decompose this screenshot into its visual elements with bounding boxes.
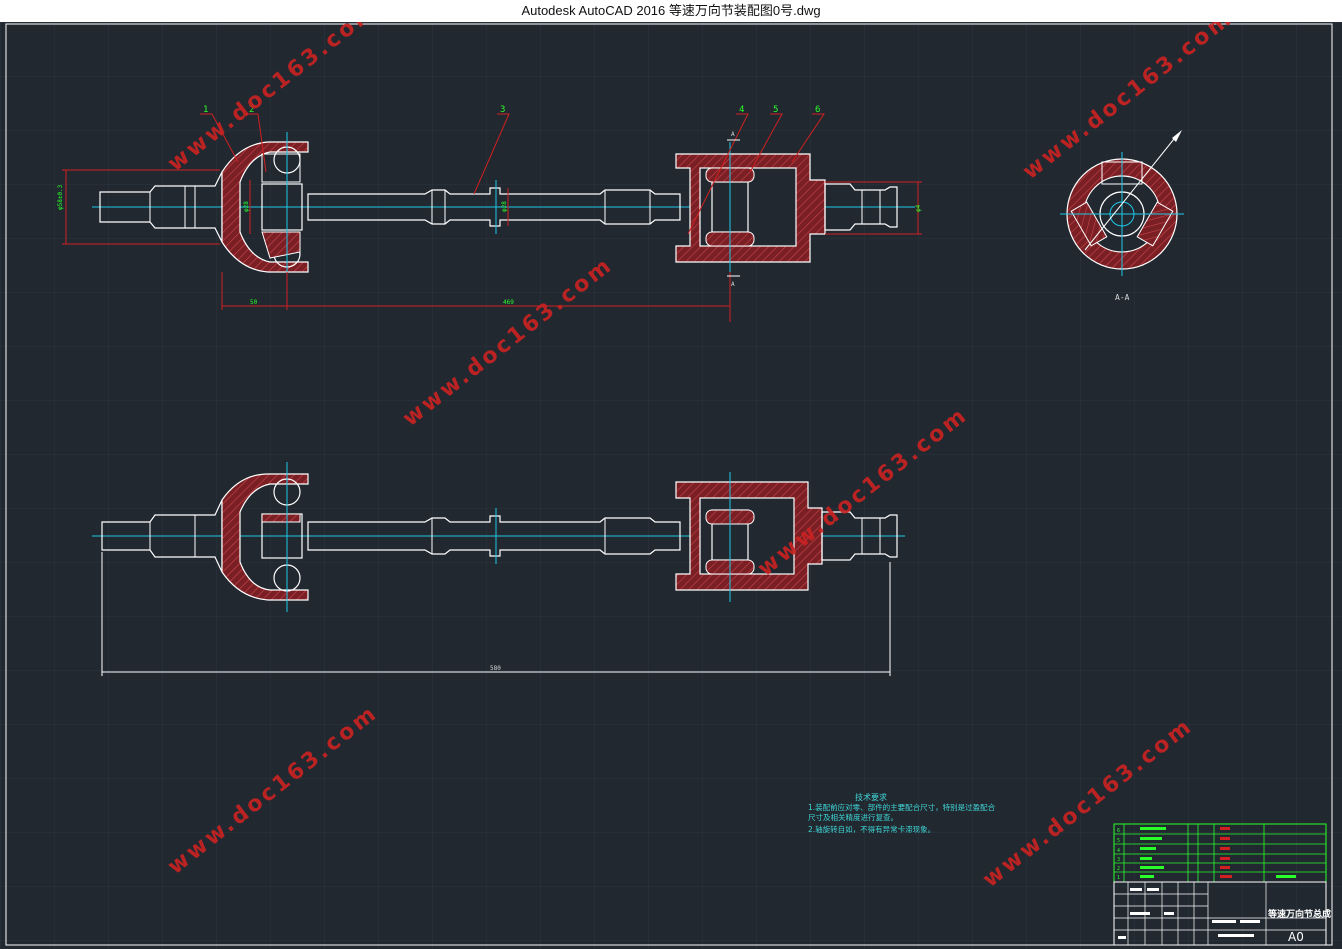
window-title: Autodesk AutoCAD 2016 等速万向节装配图0号.dwg	[0, 0, 1342, 22]
tech-req-title: 技术要求	[855, 792, 887, 802]
grid-background	[0, 22, 1342, 949]
balloon-5: 5	[773, 105, 778, 115]
balloon-3: 3	[500, 105, 505, 115]
dim-left-dia: φ58±0.3	[57, 184, 64, 210]
dim-mid-dia: φ28	[501, 201, 508, 212]
tech-req-line2: 尺寸及相关精度进行复查。	[808, 812, 898, 822]
bom-row-1: 1	[1117, 875, 1120, 881]
sheet-size: A0	[1288, 930, 1304, 944]
dim-overall: 580	[490, 665, 501, 672]
bom-row-5: 5	[1117, 838, 1120, 844]
section-mark-bottom: A	[731, 281, 735, 288]
tech-req-line1: 1.装配前应对零、部件的主要配合尺寸，特别是过盈配合	[808, 802, 996, 812]
balloon-4: 4	[739, 105, 744, 115]
bom-row-4: 4	[1117, 848, 1120, 854]
tech-req-line3: 2.轴旋转自如，不得有异常卡滞现象。	[808, 824, 935, 834]
drawing-canvas[interactable]: φ58±0.3 φ28 φ28 φ4 50 469 1 2 3 4 5 6 A …	[0, 22, 1342, 949]
drawing-svg: φ58±0.3 φ28 φ28 φ4 50 469 1 2 3 4 5 6 A …	[0, 22, 1342, 949]
drawing-name: 等速万向节总成	[1267, 908, 1331, 920]
dim-right-dia: φ4	[915, 204, 922, 212]
section-mark-top: A	[731, 131, 735, 138]
section-title: A-A	[1115, 293, 1130, 302]
balloon-6: 6	[815, 105, 820, 115]
bom-row-6: 6	[1117, 828, 1120, 834]
dim-50: 50	[250, 299, 258, 306]
bom-row-2: 2	[1117, 866, 1120, 872]
dim-left-bore: φ28	[243, 201, 250, 212]
bom-row-3: 3	[1117, 857, 1120, 863]
balloon-1: 1	[203, 105, 208, 115]
dim-469: 469	[503, 299, 514, 306]
